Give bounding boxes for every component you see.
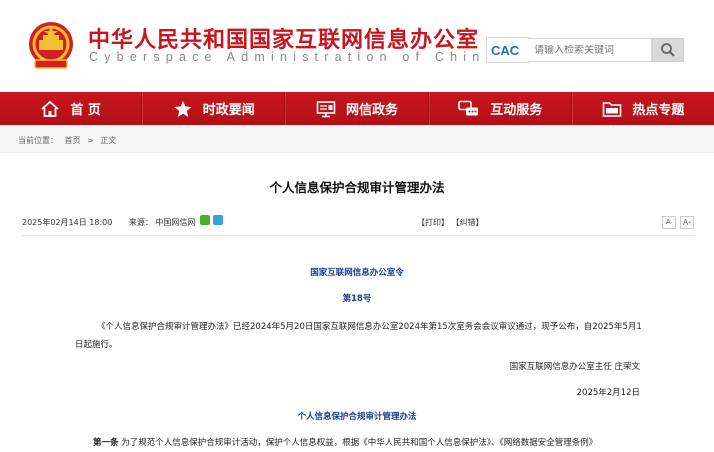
article-meta: 2025年02月14日 18:00 来源： 中国网信网: [22, 217, 195, 228]
regulation-subtitle: 个人信息保护合规审计管理办法: [297, 412, 417, 422]
article-one-label: 第一条: [93, 438, 119, 448]
breadcrumb-prefix: 当前位置：: [18, 136, 58, 145]
nav-item-topics[interactable]: 热点专题: [571, 92, 714, 125]
interaction-icon: [458, 100, 479, 115]
article-one: 第一条 为了规范个人信息保护合规审计活动，保护个人信息权益，根据《中华人民共和国…: [93, 436, 653, 448]
breadcrumb-separator: >: [87, 136, 94, 145]
font-size-controls: A- A +: [662, 216, 694, 229]
nav-item-interaction[interactable]: 互动服务: [428, 92, 572, 125]
main-nav: 首 页 时政要闻 网信政务 互动服务 热点专题: [0, 92, 714, 125]
nav-label: 热点专题: [632, 103, 685, 118]
font-increase-button[interactable]: A +: [680, 216, 694, 229]
correct-link[interactable]: 【纠错】: [452, 218, 484, 227]
star-icon: [174, 100, 192, 117]
nav-label: 时政要闻: [202, 103, 255, 118]
article-title: 个人信息保护合规审计管理办法: [269, 180, 445, 195]
search-button[interactable]: [652, 38, 684, 62]
share-buttons: [200, 215, 223, 225]
wechat-share-icon[interactable]: [200, 215, 210, 225]
nav-label: 网信政务: [346, 103, 399, 118]
breadcrumb-home-link[interactable]: 首页: [65, 136, 81, 145]
national-emblem-icon[interactable]: [27, 20, 75, 72]
monitor-icon: [316, 100, 336, 117]
sign-date: 2025年2月12日: [576, 388, 640, 398]
publish-date: 2025年02月14日 18:00: [22, 218, 113, 227]
nav-item-affairs[interactable]: 网信政务: [285, 92, 429, 125]
announcement-paragraph: 《个人信息保护合规审计管理办法》已经2024年5月20日国家互联网信息办公室20…: [75, 322, 642, 350]
home-icon: [41, 100, 59, 117]
search-icon: [661, 43, 675, 57]
search-box: [528, 38, 652, 62]
nav-label: 互动服务: [490, 103, 543, 118]
source-label: 来源：: [128, 218, 153, 227]
nav-label: 首 页: [70, 103, 101, 118]
nav-item-news[interactable]: 时政要闻: [142, 92, 286, 125]
breadcrumb: 当前位置： 首页 > 正文: [0, 125, 714, 153]
folder-icon: [603, 101, 622, 117]
cac-logo-icon: CAC: [491, 43, 520, 58]
article-one-text: 为了规范个人信息保护合规审计活动，保护个人信息权益，根据《中华人民共和国个人信息…: [118, 438, 598, 448]
signer: 国家互联网信息办公室主任 庄荣文: [509, 362, 640, 372]
site-header: 中华人民共和国国家互联网信息办公室 Cyberspace Administrat…: [0, 0, 714, 92]
nav-item-home[interactable]: 首 页: [0, 92, 143, 125]
font-decrease-button[interactable]: A-: [662, 216, 676, 229]
search-input[interactable]: [534, 45, 650, 56]
cac-logo-text: CAC: [491, 43, 520, 58]
source-name: 中国网信网: [155, 218, 196, 227]
breadcrumb-current: 正文: [100, 136, 117, 145]
order-number: 第18号: [342, 294, 372, 304]
meta-divider: [22, 235, 694, 236]
site-title-en: Cyberspace Administration of China: [89, 50, 499, 64]
decree-heading: 国家互联网信息办公室令: [310, 268, 404, 278]
article-tools: 【打印】 【纠错】: [417, 217, 484, 228]
print-link[interactable]: 【打印】: [417, 218, 449, 227]
weibo-share-icon[interactable]: [213, 215, 223, 225]
